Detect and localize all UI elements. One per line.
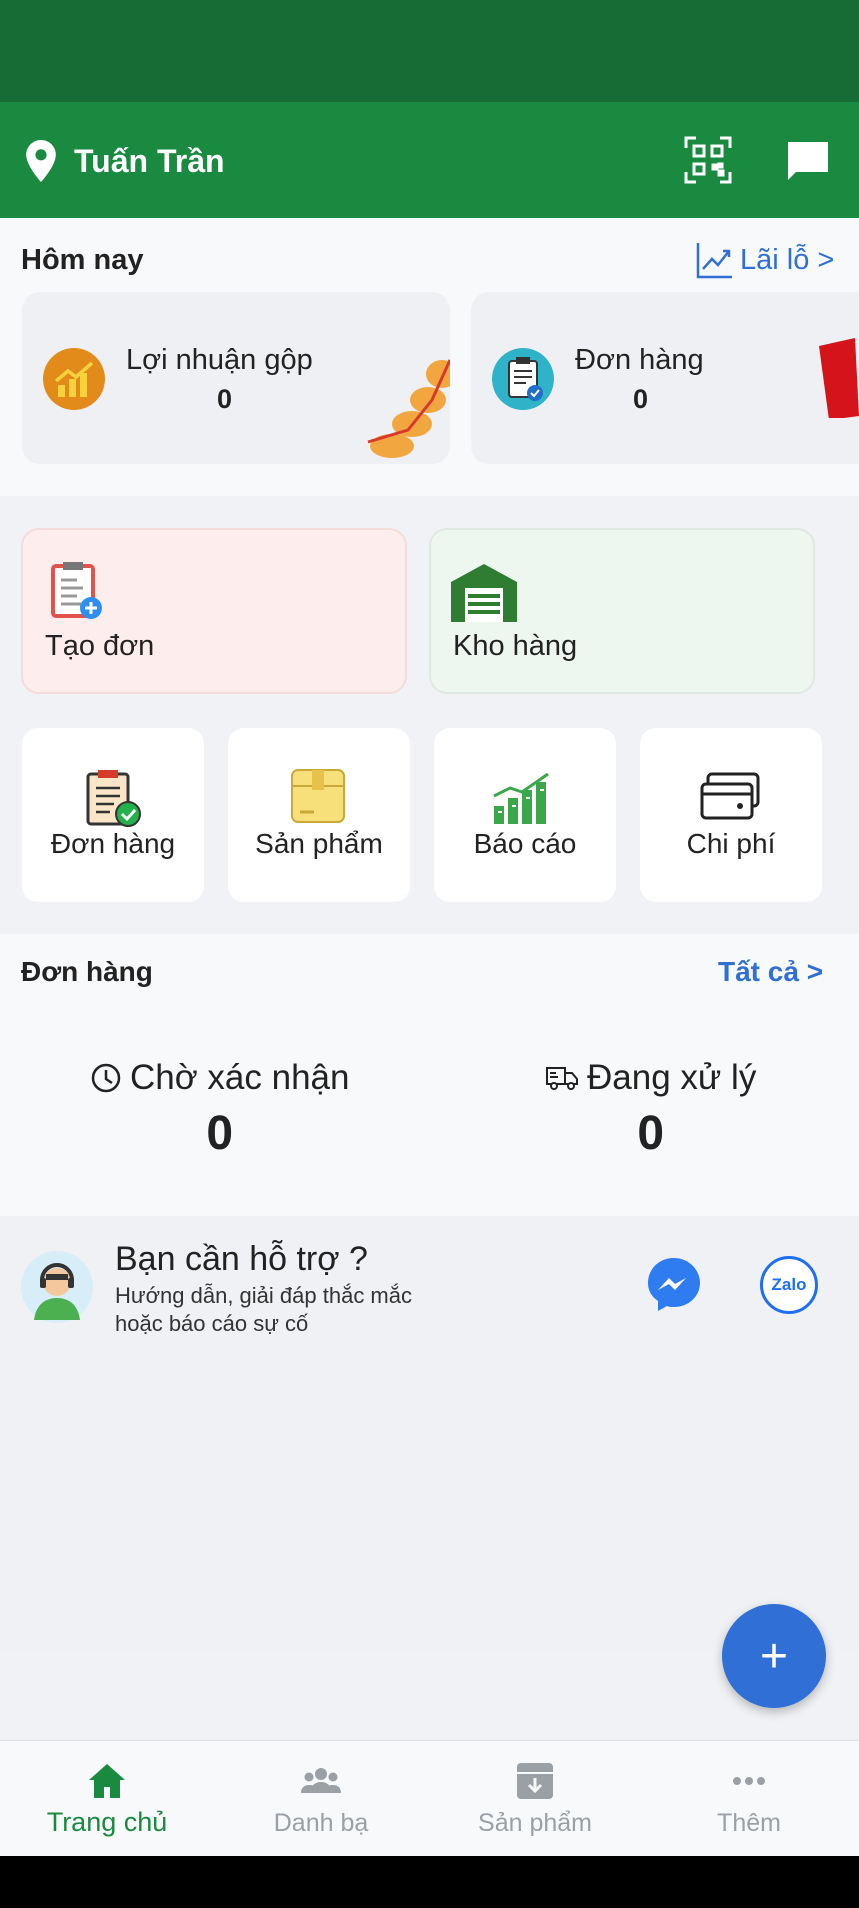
today-label: Hôm nay	[21, 244, 144, 276]
contacts-icon	[301, 1768, 341, 1793]
red-decoration	[819, 338, 859, 418]
pending-orders-label: Chờ xác nhận	[130, 1058, 350, 1097]
location-icon[interactable]	[26, 140, 56, 182]
nav-products[interactable]: Sản phẩm	[428, 1741, 642, 1857]
warehouse-tile[interactable]: Kho hàng	[429, 528, 815, 694]
support-desc-line1: Hướng dẫn, giải đáp thắc mắc	[115, 1283, 412, 1308]
messenger-icon[interactable]	[646, 1256, 702, 1312]
clock-icon	[91, 1063, 121, 1093]
profit-loss-link[interactable]: Lãi lỗ >	[696, 240, 834, 280]
warehouse-label: Kho hàng	[453, 630, 578, 662]
pending-orders-stat[interactable]: Chờ xác nhận 0	[90, 1058, 349, 1161]
nav-home-label: Trang chủ	[46, 1807, 168, 1837]
support-section: Bạn cần hỗ trợ ? Hướng dẫn, giải đáp thắ…	[0, 1216, 859, 1650]
processing-orders-label: Đang xử lý	[587, 1058, 757, 1097]
chat-icon[interactable]	[786, 140, 830, 182]
system-navigation-bar	[0, 1856, 859, 1908]
profit-loss-label: Lãi lỗ >	[740, 243, 835, 276]
zalo-label: Zalo	[771, 1275, 807, 1294]
warehouse-icon	[451, 564, 517, 622]
shortcut-orders-label: Đơn hàng	[50, 828, 176, 859]
gross-profit-card[interactable]: Lợi nhuận gộp 0	[22, 292, 450, 464]
app-header: Tuấn Trần	[0, 102, 859, 218]
truck-icon	[546, 1067, 578, 1090]
product-box-icon	[517, 1763, 553, 1799]
profit-chart-icon	[43, 348, 105, 410]
all-orders-link[interactable]: Tất cả >	[718, 956, 823, 988]
gross-profit-value: 0	[217, 384, 233, 414]
more-icon	[733, 1777, 765, 1785]
create-order-tile[interactable]: Tạo đơn	[21, 528, 407, 694]
nav-contacts-label: Danh bạ	[273, 1809, 369, 1837]
shortcut-products[interactable]: Sản phẩm	[228, 728, 410, 902]
trend-icon	[696, 243, 732, 279]
orders-card[interactable]: Đơn hàng 0	[471, 292, 859, 464]
shortcut-products-label: Sản phẩm	[255, 828, 383, 859]
create-order-label: Tạo đơn	[45, 630, 155, 662]
order-clipboard-icon	[492, 348, 554, 410]
coins-decoration	[367, 359, 450, 458]
processing-orders-stat[interactable]: Đang xử lý 0	[545, 1058, 756, 1161]
shortcut-expenses-label: Chi phí	[686, 828, 776, 859]
nav-more-label: Thêm	[717, 1809, 781, 1837]
product-box-icon	[291, 769, 345, 823]
support-agent-avatar	[21, 1251, 93, 1323]
gross-profit-title: Lợi nhuận gộp	[126, 344, 313, 376]
nav-home[interactable]: Trang chủ	[0, 1741, 214, 1857]
wallet-card-icon	[700, 772, 760, 820]
orders-section-title: Đơn hàng	[21, 956, 153, 987]
nav-products-label: Sản phẩm	[478, 1809, 592, 1837]
support-description: Hướng dẫn, giải đáp thắc mắc hoặc báo cá…	[115, 1282, 455, 1338]
today-section: Hôm nay Lãi lỗ > Lợi nhuận gộp 0 Đơn hàn…	[0, 218, 859, 496]
shortcut-orders[interactable]: Đơn hàng	[22, 728, 204, 902]
processing-orders-count: 0	[637, 1107, 665, 1160]
support-title: Bạn cần hỗ trợ ?	[115, 1240, 368, 1278]
orders-section: Đơn hàng Tất cả > Chờ xác nhận 0 Đang xử…	[0, 934, 859, 1216]
home-icon	[89, 1764, 125, 1798]
status-bar	[0, 0, 859, 102]
qr-scan-icon[interactable]	[684, 136, 732, 184]
report-chart-icon	[493, 772, 549, 824]
orders-card-value: 0	[633, 384, 649, 414]
shortcut-reports[interactable]: Báo cáo	[434, 728, 616, 902]
pending-orders-count: 0	[206, 1107, 234, 1160]
shortcut-reports-label: Báo cáo	[473, 828, 577, 859]
orders-card-title: Đơn hàng	[575, 344, 704, 376]
user-name[interactable]: Tuấn Trần	[74, 140, 225, 182]
orders-clipboard-icon	[86, 770, 141, 827]
shortcut-expenses[interactable]: Chi phí	[640, 728, 822, 902]
support-desc-line2: hoặc báo cáo sự cố	[115, 1311, 309, 1336]
add-fab-button[interactable]: +	[722, 1604, 826, 1708]
zalo-icon[interactable]: Zalo	[760, 1256, 818, 1314]
create-order-icon	[51, 562, 102, 619]
bottom-navigation: Trang chủ Danh bạ Sản phẩm Thêm	[0, 1740, 859, 1856]
nav-more[interactable]: Thêm	[642, 1741, 856, 1857]
nav-contacts[interactable]: Danh bạ	[214, 1741, 428, 1857]
